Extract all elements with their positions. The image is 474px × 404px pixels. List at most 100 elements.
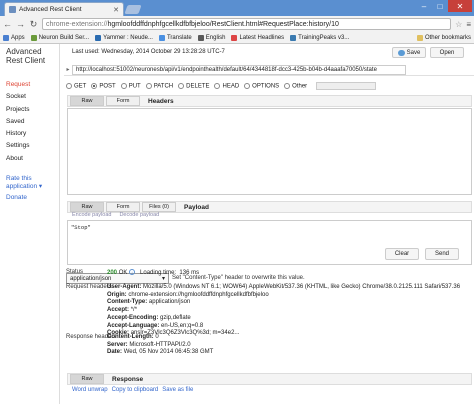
other-method-input[interactable]	[316, 82, 377, 90]
forward-arrow-icon[interactable]: →	[16, 19, 25, 29]
content-type-value: application/json	[70, 275, 112, 282]
sidebar: Advanced Rest Client Request Socket Proj…	[0, 44, 60, 404]
method-delete[interactable]: DELETE	[178, 82, 210, 90]
status-text: OK	[118, 270, 128, 276]
close-window-icon[interactable]: ✕	[448, 0, 472, 12]
encode-payload-link[interactable]: Encode payload	[72, 212, 111, 218]
reload-icon[interactable]: ↻	[29, 19, 38, 30]
send-label: Send	[434, 251, 449, 257]
send-button[interactable]: Send	[425, 248, 459, 260]
header-row: User-Agent: Mozilla/5.0 (Windows NT 6.1;…	[107, 284, 460, 292]
header-value: Mozilla/5.0 (Windows NT 6.1; WOW64) Appl…	[143, 284, 461, 290]
bookmark-neuron[interactable]: Neuron Build Ser...	[30, 34, 90, 41]
method-options[interactable]: OPTIONS	[244, 82, 280, 90]
browser-tab[interactable]: Advanced Rest Client ✕	[4, 2, 124, 16]
header-key: User-Agent:	[107, 284, 142, 290]
method-post[interactable]: POST	[91, 82, 116, 89]
header-row: Date: Wed, 05 Nov 2014 06:45:38 GMT	[107, 349, 213, 357]
header-row: Server: Microsoft-HTTPAPI/2.0	[107, 342, 213, 350]
info-icon[interactable]: i	[129, 269, 136, 275]
header-value: chrome-extension://hgmloofddffdnphfgcell…	[128, 291, 269, 298]
collapse-url-icon[interactable]: ▸	[64, 66, 72, 73]
status-label: Status	[66, 269, 84, 275]
close-tab-icon[interactable]: ✕	[113, 6, 119, 14]
open-button[interactable]: Open	[430, 47, 464, 58]
loading-value: 136 ms	[179, 270, 200, 276]
bookmark-translate[interactable]: Translate	[158, 34, 192, 41]
apps-icon	[3, 34, 9, 41]
sidebar-item-request[interactable]: Request	[6, 79, 53, 91]
yammer-icon	[95, 34, 102, 41]
tab-payload-files[interactable]: Files (0)	[142, 202, 176, 212]
tab-payload-raw[interactable]: Raw	[70, 202, 104, 212]
bookmark-apps[interactable]: Apps	[3, 34, 25, 41]
tab-response-raw[interactable]: Raw	[70, 374, 104, 384]
bookmark-trainingpeaks[interactable]: TrainingPeaks v3...	[290, 34, 349, 41]
save-label: Save	[406, 49, 421, 56]
save-button[interactable]: Save	[392, 47, 426, 58]
bookmark-label: Neuron Build Ser...	[38, 34, 90, 41]
new-tab-button[interactable]	[124, 5, 142, 14]
response-tabs: Raw Response	[67, 373, 472, 385]
donate-link[interactable]: Donate	[6, 194, 53, 201]
tab-headers-form[interactable]: Form	[106, 96, 140, 106]
sidebar-item-socket[interactable]: Socket	[6, 91, 53, 103]
method-label: PUT	[128, 83, 141, 90]
address-bar[interactable]: chrome-extension:// hgmloofddffdnphfgcel…	[42, 18, 452, 30]
tab-favicon-icon	[9, 6, 16, 13]
header-row: Content-Type: application/json	[107, 299, 460, 307]
method-selector: GET POST PUT PATCH DELETE HEAD OPTIONS O…	[66, 82, 377, 90]
sidebar-item-settings[interactable]: Settings	[6, 140, 53, 152]
minimize-icon[interactable]: –	[416, 0, 432, 12]
header-row: Accept-Encoding: gzip,deflate	[107, 315, 460, 323]
decode-payload-link[interactable]: Decode payload	[119, 212, 159, 218]
maximize-icon[interactable]: □	[432, 0, 448, 12]
back-arrow-icon[interactable]: ←	[3, 19, 12, 29]
bookmark-label: Translate	[166, 34, 192, 41]
tab-payload-form[interactable]: Form	[106, 202, 140, 212]
method-get[interactable]: GET	[66, 82, 86, 89]
rate-app-link[interactable]: Rate this application ▾	[6, 175, 53, 191]
open-label: Open	[439, 49, 455, 56]
method-put[interactable]: PUT	[120, 82, 141, 90]
response-label: Response	[112, 375, 144, 383]
clear-label: Clear	[394, 251, 410, 257]
response-actions: Word unwrap Copy to clipboard Save as fi…	[72, 387, 193, 393]
headers-label: Headers	[148, 97, 174, 105]
address-scheme: chrome-extension://	[46, 20, 108, 28]
header-value: Wed, 05 Nov 2014 06:45:38 GMT	[123, 349, 214, 356]
headers-textarea[interactable]	[67, 108, 472, 195]
bookmark-star-icon[interactable]: ☆	[455, 20, 462, 29]
header-value: Microsoft-HTTPAPI/2.0	[129, 341, 191, 348]
sidebar-item-projects[interactable]: Projects	[6, 104, 53, 116]
sidebar-item-saved[interactable]: Saved	[6, 116, 53, 128]
method-label: OPTIONS	[252, 83, 280, 90]
bookmark-english[interactable]: English	[197, 34, 226, 41]
method-head[interactable]: HEAD	[214, 82, 240, 90]
other-bookmarks-label: Other bookmarks	[424, 34, 471, 41]
save-file-link[interactable]: Save as file	[162, 387, 193, 393]
bookmark-yammer[interactable]: Yammer : Neude...	[95, 34, 153, 41]
header-row: Content-Length: 0	[107, 334, 213, 342]
address-path: hgmloofddffdnphfgcellkdfbfbjeloo/RestCli…	[107, 20, 339, 28]
url-input[interactable]: http://localhost:51002/neuronesb/api/v1/…	[72, 64, 406, 75]
chrome-menu-icon[interactable]: ≡	[466, 20, 471, 29]
method-patch[interactable]: PATCH	[145, 82, 173, 89]
tab-headers-raw[interactable]: Raw	[70, 96, 104, 106]
sidebar-item-about[interactable]: About	[6, 153, 53, 165]
method-label: HEAD	[222, 83, 240, 90]
folder-icon	[416, 34, 423, 41]
copy-clipboard-link[interactable]: Copy to clipboard	[112, 387, 159, 393]
other-bookmarks[interactable]: Other bookmarks	[416, 34, 471, 41]
payload-body: "Stop"	[71, 224, 91, 231]
bookmark-headlines[interactable]: Latest Headlines	[231, 34, 285, 41]
header-value: en-US,en;q=0.8	[161, 322, 204, 329]
method-label: DELETE	[186, 83, 210, 90]
clear-button[interactable]: Clear	[385, 248, 419, 260]
bookmark-label: English	[205, 34, 226, 41]
bookmark-label: Latest Headlines	[239, 34, 285, 41]
sidebar-item-history[interactable]: History	[6, 128, 53, 140]
header-value: application/json	[148, 299, 191, 306]
word-unwrap-link[interactable]: Word unwrap	[72, 387, 108, 393]
method-other[interactable]: Other	[284, 82, 307, 89]
